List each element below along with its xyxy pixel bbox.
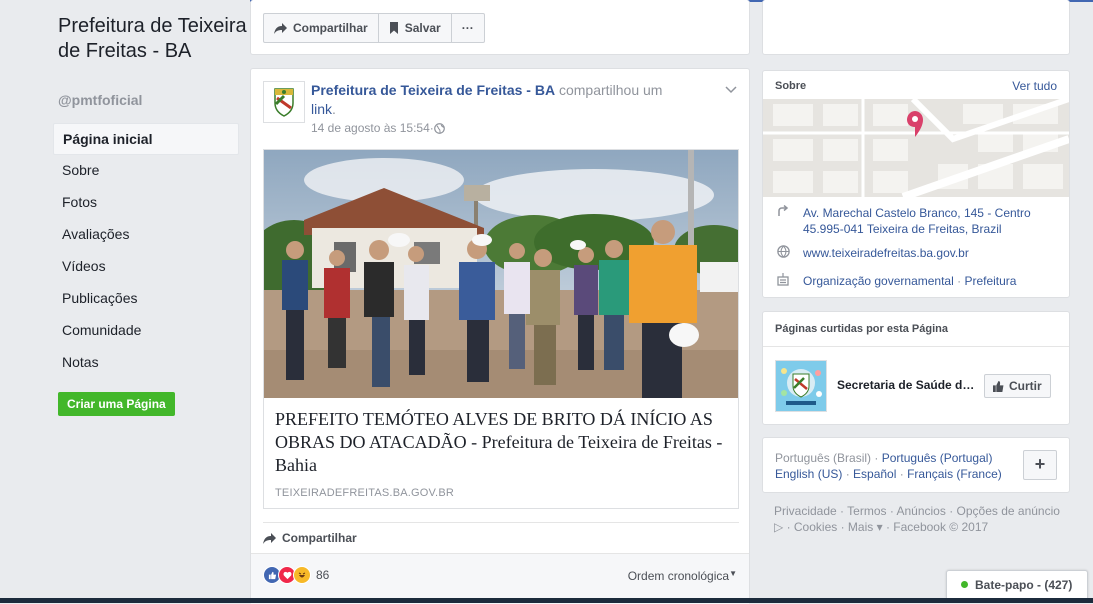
post-header: Prefeitura de Teixeira de Freitas - BA c… xyxy=(311,82,663,117)
page-title[interactable]: Prefeitura de Teixeira de Freitas - BA xyxy=(58,14,248,64)
globe-icon[interactable] xyxy=(433,122,445,134)
lang-sep: · xyxy=(896,467,908,481)
liked-page-name[interactable]: Secretaria de Saúde de Teixeira de Freit… xyxy=(837,378,979,392)
language-link[interactable]: Français (France) xyxy=(907,467,1002,481)
page-avatar[interactable] xyxy=(263,81,305,123)
share-page-button[interactable]: Compartilhar xyxy=(264,14,379,42)
share-page-label: Compartilhar xyxy=(293,21,368,35)
website-link[interactable]: www.teixeiradefreitas.ba.gov.br xyxy=(803,245,969,262)
address-row[interactable]: Av. Marechal Castelo Branco, 145 - Centr… xyxy=(775,204,1053,237)
share-arrow-icon xyxy=(263,532,276,544)
nav-item-posts[interactable]: Publicações xyxy=(53,283,239,315)
language-link[interactable]: Español xyxy=(853,467,896,481)
chat-label: Bate-papo - (427) xyxy=(975,577,1073,592)
language-link[interactable]: Português (Portugal) xyxy=(882,451,993,465)
caret-down-icon: ▼ xyxy=(729,569,737,578)
save-page-label: Salvar xyxy=(404,21,441,35)
category-link-2[interactable]: Prefeitura xyxy=(964,273,1016,290)
taskbar-strip xyxy=(0,598,1093,603)
website-row[interactable]: www.teixeiradefreitas.ba.gov.br xyxy=(775,245,969,262)
right-top-card xyxy=(762,0,1070,55)
post-timestamp[interactable]: 14 de agosto às 15:54 xyxy=(311,121,430,135)
post-card: Prefeitura de Teixeira de Freitas - BA c… xyxy=(250,68,750,604)
page-handle[interactable]: @pmtfoficial xyxy=(58,92,142,108)
like-page-button[interactable]: Curtir xyxy=(984,374,1051,398)
globe-icon xyxy=(775,245,791,262)
post-share-label: Compartilhar xyxy=(282,531,357,545)
haha-reaction-icon xyxy=(293,566,311,584)
nav-item-notes[interactable]: Notas xyxy=(53,347,239,379)
footer-links[interactable]: Privacidade · Termos · Anúncios · Opções… xyxy=(774,503,1064,535)
current-language: Português (Brasil) xyxy=(775,451,872,465)
shared-link-domain: TEIXEIRADEFREITAS.BA.GOV.BR xyxy=(275,487,454,499)
nav-item-reviews[interactable]: Avaliações xyxy=(53,219,239,251)
reaction-count: 86 xyxy=(316,568,330,582)
post-share-button[interactable]: Compartilhar xyxy=(263,522,739,553)
page-actions: Compartilhar Salvar ··· xyxy=(263,13,485,43)
page-actions-card: Compartilhar Salvar ··· xyxy=(250,0,750,55)
online-status-dot xyxy=(961,581,968,588)
category-link-1[interactable]: Organização governamental xyxy=(803,273,954,290)
create-page-button[interactable]: Criar uma Página xyxy=(58,392,175,416)
shared-link-image[interactable] xyxy=(264,150,738,398)
see-all-link[interactable]: Ver tudo xyxy=(1012,79,1057,93)
share-arrow-icon xyxy=(274,22,287,34)
post-author-link[interactable]: Prefeitura de Teixeira de Freitas - BA xyxy=(311,82,555,98)
divider xyxy=(763,346,1069,347)
language-link[interactable]: English (US) xyxy=(775,467,842,481)
like-page-label: Curtir xyxy=(1009,379,1042,393)
location-map[interactable] xyxy=(763,99,1069,197)
category-row: Organização governamental · Prefeitura xyxy=(775,273,1016,290)
reactions-summary[interactable]: 86 xyxy=(263,566,329,584)
more-options-button[interactable]: ··· xyxy=(452,14,484,42)
add-language-button[interactable]: + xyxy=(1023,450,1057,480)
page-nav: Página inicial Sobre Fotos Avaliações Ví… xyxy=(53,123,239,379)
lang-sep: · xyxy=(871,451,882,465)
left-column: Prefeitura de Teixeira de Freitas - BA @… xyxy=(0,0,250,603)
language-card: Português (Brasil) · Português (Portugal… xyxy=(762,437,1070,493)
shared-link-preview[interactable]: PREFEITO TEMÓTEO ALVES DE BRITO DÁ INÍCI… xyxy=(263,149,739,509)
post-link-word[interactable]: link xyxy=(311,101,332,117)
chat-bar[interactable]: Bate-papo - (427) xyxy=(946,570,1088,598)
city-crest-icon xyxy=(274,88,294,117)
category-separator: · xyxy=(953,274,965,288)
save-page-button[interactable]: Salvar xyxy=(379,14,452,42)
comment-order-dropdown[interactable]: Ordem cronológica▼ xyxy=(628,569,737,583)
nav-item-videos[interactable]: Vídeos xyxy=(53,251,239,283)
language-list: Português (Brasil) · Português (Portugal… xyxy=(775,450,1015,482)
nav-item-home[interactable]: Página inicial xyxy=(53,123,239,155)
liked-pages-card: Páginas curtidas por esta Página Secreta… xyxy=(762,311,1070,425)
nav-item-photos[interactable]: Fotos xyxy=(53,187,239,219)
shared-link-title[interactable]: PREFEITO TEMÓTEO ALVES DE BRITO DÁ INÍCI… xyxy=(275,408,725,477)
lang-sep: · xyxy=(842,467,854,481)
post-options-chevron-icon[interactable] xyxy=(725,83,737,97)
bookmark-icon xyxy=(389,22,398,34)
address-text[interactable]: Av. Marechal Castelo Branco, 145 - Centr… xyxy=(803,205,1053,237)
category-icon xyxy=(775,273,791,290)
liked-page-thumbnail[interactable] xyxy=(775,360,827,412)
about-card: Sobre Ver tudo Av. Marechal Castelo Bran… xyxy=(762,70,1070,298)
comment-order-label: Ordem cronológica xyxy=(627,569,730,583)
nav-item-about[interactable]: Sobre xyxy=(53,155,239,187)
directions-icon xyxy=(775,204,791,237)
liked-pages-header: Páginas curtidas por esta Página xyxy=(775,323,949,335)
reaction-bar: 86 Ordem cronológica▼ xyxy=(251,553,749,604)
thumbs-up-icon xyxy=(993,380,1004,392)
nav-item-community[interactable]: Comunidade xyxy=(53,315,239,347)
post-timestamp-row: 14 de agosto às 15:54 · xyxy=(311,121,445,135)
post-action-text: compartilhou um xyxy=(558,82,663,98)
about-header: Sobre xyxy=(775,80,807,92)
